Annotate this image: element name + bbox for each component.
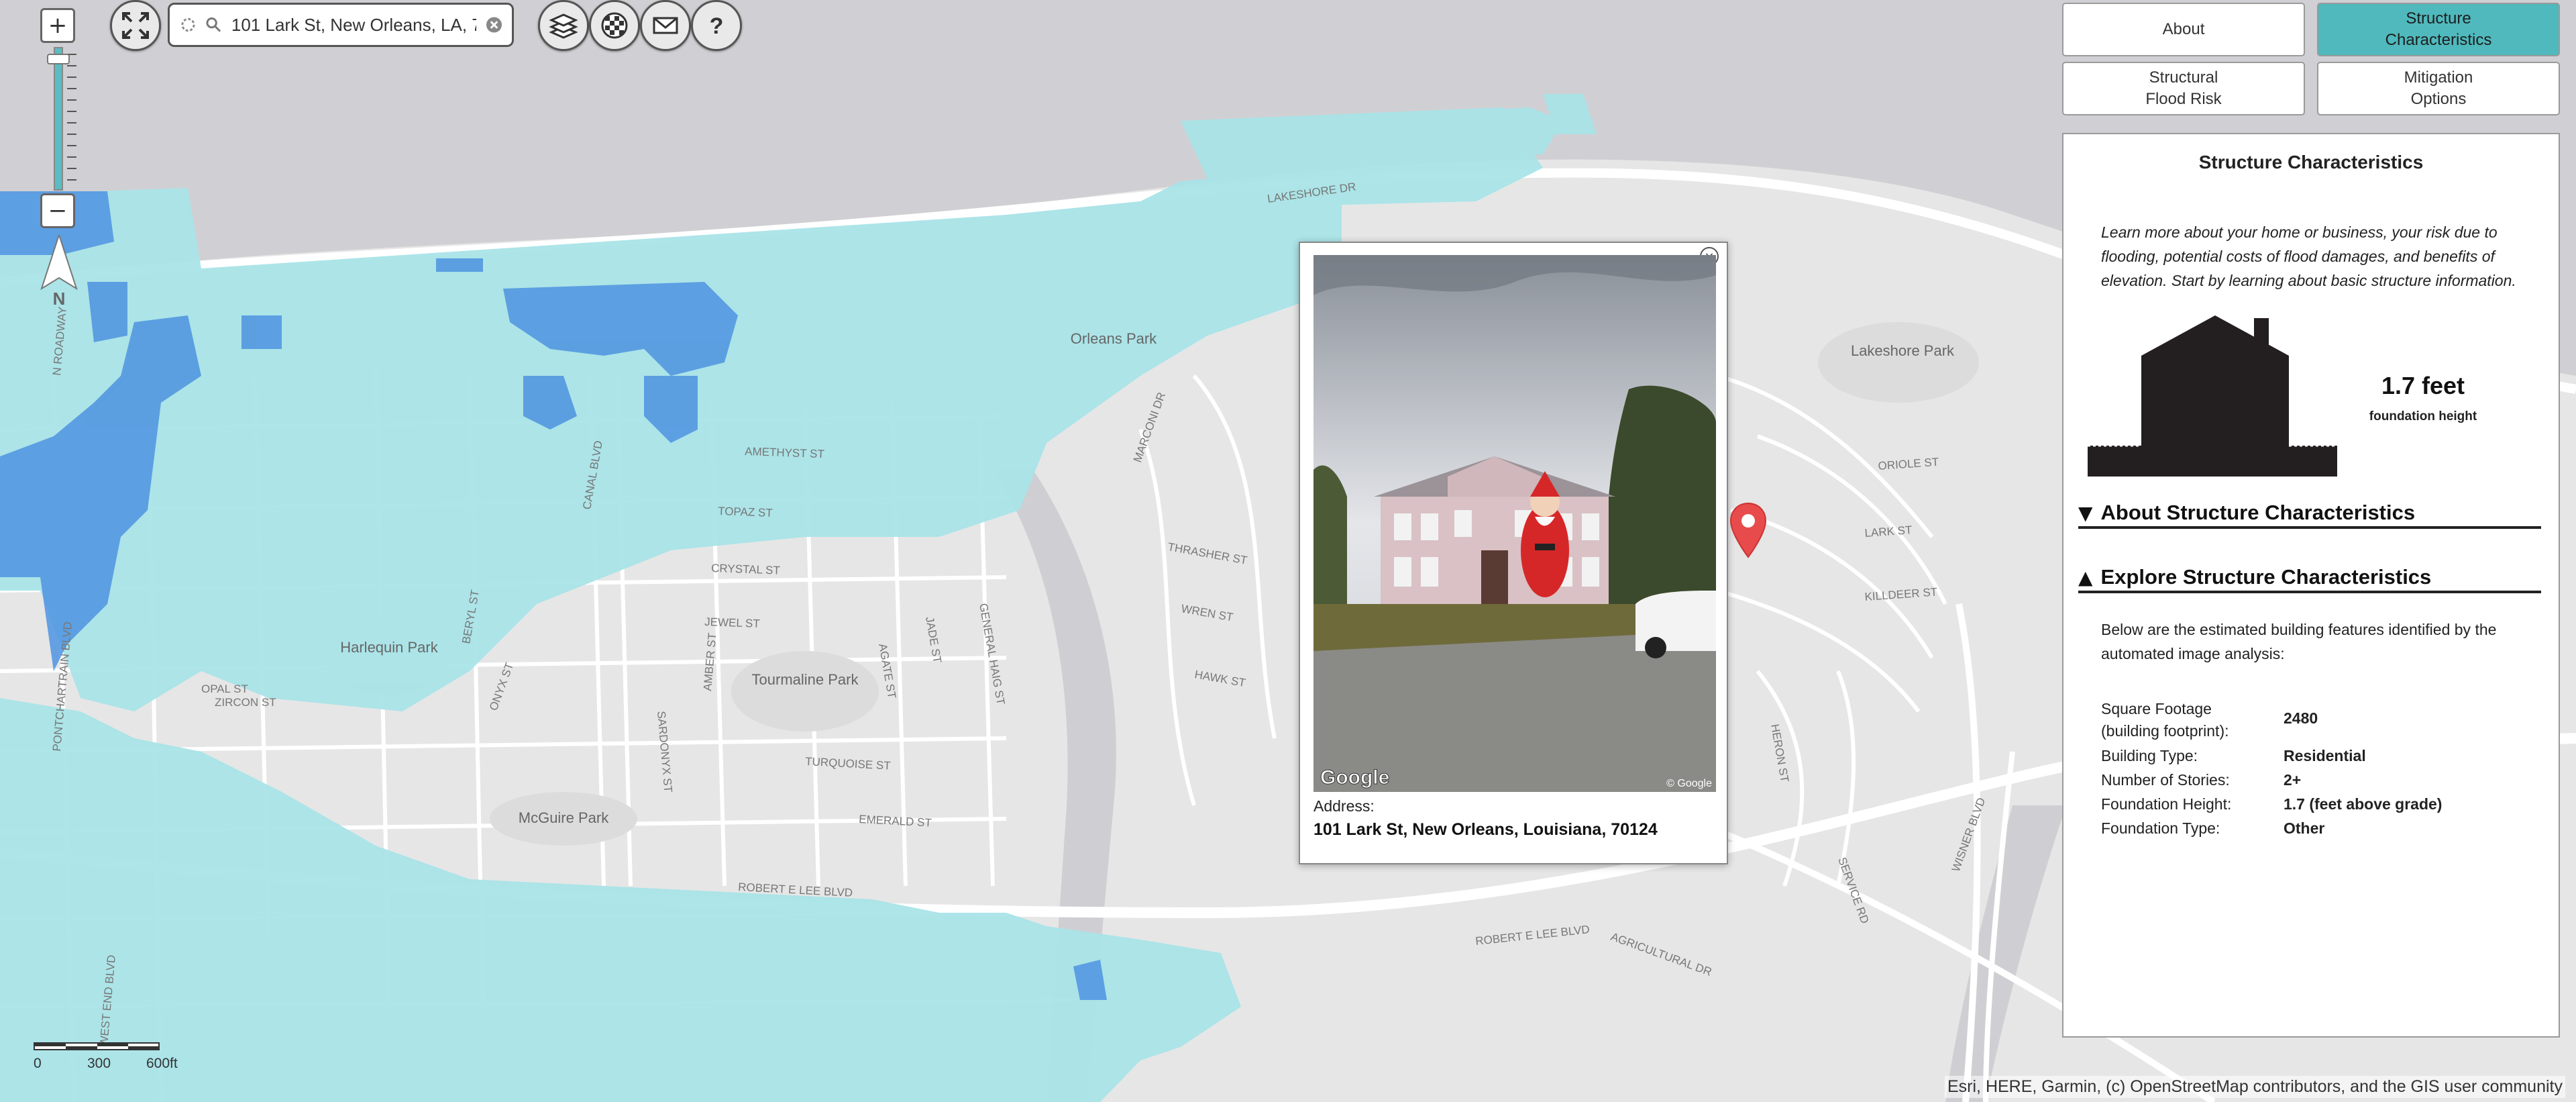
zoom-tick [67, 122, 76, 123]
feature-value: Other [2284, 819, 2325, 837]
about-section-toggle[interactable]: ▼ About Structure Characteristics [2078, 499, 2541, 529]
panel-title: Structure Characteristics [2198, 152, 2424, 172]
scale-bar-graphic [34, 1042, 160, 1050]
zoom-in-button[interactable]: + [40, 8, 75, 43]
photo-watermark: Google [1320, 766, 1389, 789]
clear-icon[interactable] [486, 16, 502, 34]
locate-icon[interactable] [179, 15, 197, 34]
tourmaline-park-area [731, 651, 879, 732]
zoom-slider-track[interactable] [54, 47, 63, 191]
layers-icon [549, 13, 578, 39]
north-arrow-icon: N [40, 235, 78, 309]
collapse-triangle-icon: ▼ [2078, 501, 2093, 524]
explore-description: Below are the estimated building feature… [2101, 621, 2497, 662]
street-label: TOPAZ ST [718, 505, 773, 519]
feature-label: Foundation Height: [2101, 795, 2232, 813]
zoom-tick [67, 145, 76, 146]
zoom-tick [67, 111, 76, 112]
layers-button[interactable] [538, 0, 589, 51]
email-button[interactable] [640, 0, 691, 51]
zoom-out-button[interactable]: − [40, 193, 75, 228]
email-icon [653, 17, 678, 34]
zoom-tick [67, 134, 76, 135]
scale-bar: 0 300 600ft [34, 1042, 208, 1074]
tab-structural-flood-risk[interactable]: Structural Flood Risk [2062, 62, 2305, 115]
svg-text:?: ? [710, 13, 724, 39]
search-input[interactable] [229, 13, 478, 36]
place-label-mcguire-park: McGuire Park [519, 809, 609, 826]
feature-value: 2480 [2284, 709, 2318, 727]
location-pin-icon[interactable] [1729, 502, 1767, 558]
fullscreen-button[interactable] [110, 0, 161, 51]
street-label: ZIRCON ST [215, 696, 276, 709]
photo-trees [1606, 385, 1716, 604]
zoom-tick [67, 88, 76, 89]
tab-about[interactable]: About [2062, 3, 2305, 56]
feature-value: 1.7 (feet above grade) [2284, 795, 2443, 813]
zoom-tick [67, 156, 76, 158]
place-label-lakeshore-park: Lakeshore Park [1851, 342, 1955, 359]
basemap-button[interactable] [589, 0, 640, 51]
scale-label: 600ft [146, 1056, 178, 1071]
help-button[interactable]: ? [691, 0, 742, 51]
photo-credit: © Google [1666, 778, 1712, 789]
search-icon[interactable] [205, 16, 222, 34]
basemap-icon [601, 12, 628, 39]
expand-triangle-icon: ▲ [2078, 566, 2093, 589]
feature-label: Square Footage (building footprint): [2101, 700, 2229, 740]
feature-value: 2+ [2284, 771, 2302, 789]
tab-structure-characteristics[interactable]: Structure Characteristics [2317, 3, 2560, 56]
lakeshore-park-area [1818, 322, 1979, 403]
street-label: JEWEL ST [704, 615, 760, 630]
info-panel: Structure Characteristics Learn more abo… [2062, 133, 2560, 1038]
place-label-tourmaline-park: Tourmaline Park [752, 671, 859, 688]
zoom-tick [67, 179, 76, 181]
address-search[interactable] [168, 3, 514, 47]
address-label: Address: [1313, 797, 1375, 815]
zoom-tick [67, 99, 76, 101]
scale-label: 300 [87, 1056, 111, 1071]
street-label: CRYSTAL ST [711, 562, 780, 577]
address-value: 101 Lark St, New Orleans, Louisiana, 701… [1313, 820, 1658, 839]
zoom-tick [67, 168, 76, 169]
fullscreen-icon [122, 12, 149, 39]
help-icon: ? [710, 13, 724, 39]
foundation-height-caption: foundation height [2369, 409, 2477, 423]
street-label: OPAL ST [201, 683, 248, 695]
place-label-harlequin-park: Harlequin Park [340, 639, 439, 656]
property-popup: × Google © Google Address: 10 [1299, 242, 1728, 864]
place-label-orleans-park: Orleans Park [1071, 330, 1157, 347]
zoom-slider-handle[interactable] [47, 54, 70, 64]
explore-section-label: Explore Structure Characteristics [2100, 565, 2432, 589]
feature-label: Foundation Type: [2101, 819, 2220, 837]
feature-value: Residential [2284, 747, 2366, 764]
about-section-label: About Structure Characteristics [2100, 501, 2416, 524]
zoom-tick [67, 65, 76, 66]
tab-mitigation-options[interactable]: Mitigation Options [2317, 62, 2560, 115]
house-elevation-icon [2088, 315, 2337, 477]
foundation-height-value: 1.7 feet [2381, 372, 2465, 399]
zoom-tick [67, 77, 76, 78]
panel-intro: Learn more about your home or business, … [2101, 223, 2516, 289]
explore-section-toggle[interactable]: ▲ Explore Structure Characteristics [2078, 564, 2541, 593]
feature-label: Building Type: [2101, 747, 2198, 764]
map-attribution: Esri, HERE, Garmin, (c) OpenStreetMap co… [1945, 1076, 2565, 1098]
svg-text:N: N [53, 289, 66, 309]
street-view-photo: Google © Google [1313, 255, 1716, 792]
feature-row-square-footage: Square Footage (building footprint): 248… [2101, 698, 2544, 745]
feature-label: Number of Stories: [2101, 771, 2230, 789]
scale-label: 0 [34, 1056, 42, 1071]
